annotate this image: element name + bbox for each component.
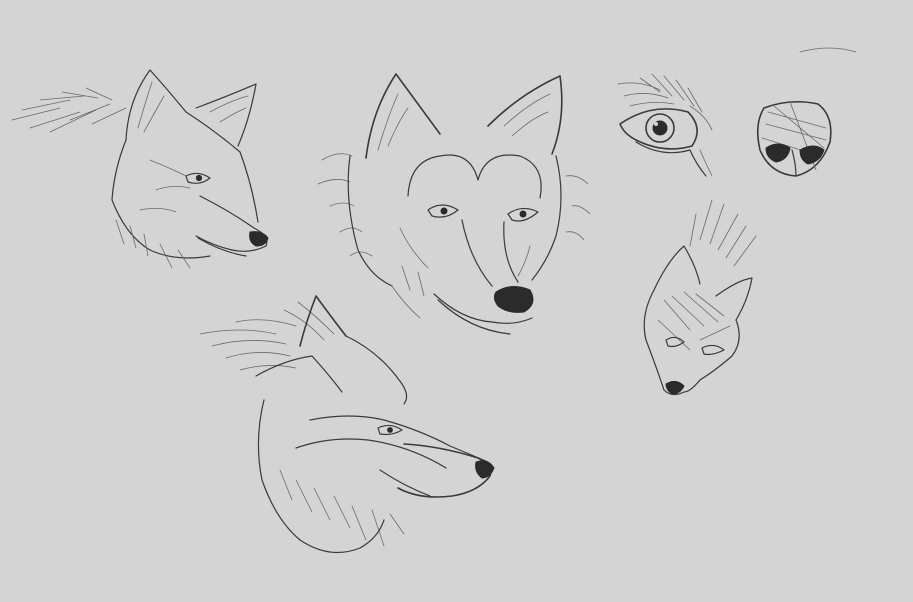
wolf-head-profile-sketch	[199, 295, 495, 554]
sketch-drawing	[11, 47, 857, 554]
fox-head-small-sketch	[643, 199, 757, 396]
wolf-eye-study-sketch	[617, 73, 713, 177]
sketch-canvas	[0, 0, 913, 602]
wolf-nose-study-sketch	[756, 47, 857, 177]
wolf-head-three-quarter-sketch	[11, 69, 269, 269]
wolf-head-front-sketch	[317, 73, 591, 335]
